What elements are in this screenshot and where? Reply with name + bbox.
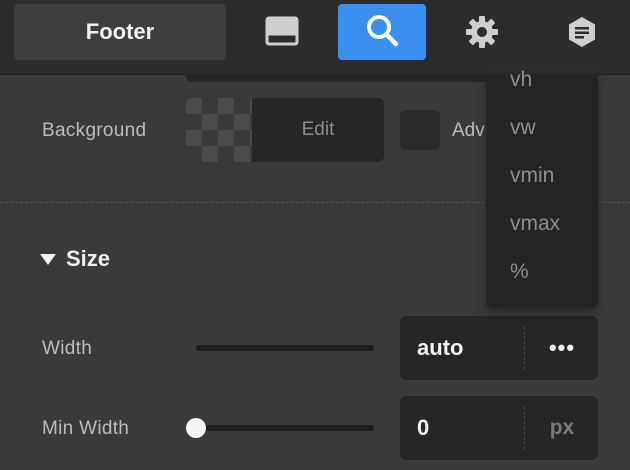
panel-layout-icon[interactable]: [238, 4, 326, 60]
unit-divider: [524, 326, 525, 370]
min-width-label: Min Width: [42, 418, 130, 439]
width-field: auto •••: [400, 316, 598, 380]
unit-divider: [524, 406, 525, 450]
width-label: Width: [42, 338, 93, 359]
size-section-title: Size: [66, 246, 111, 271]
unit-option-vmin[interactable]: vmin: [510, 164, 554, 188]
unit-dropdown-menu: vh vw vmin vmax %: [486, 68, 598, 308]
width-unit-button[interactable]: •••: [526, 316, 598, 380]
min-width-slider-thumb[interactable]: [186, 418, 206, 438]
width-slider[interactable]: [196, 345, 374, 351]
min-width-input[interactable]: 0: [417, 396, 429, 460]
gear-icon[interactable]: [438, 4, 526, 60]
unit-option-vw[interactable]: vw: [510, 116, 536, 140]
background-label: Background: [42, 120, 147, 141]
advanced-label: Adv: [452, 120, 485, 141]
footer-tab[interactable]: Footer: [14, 4, 226, 60]
top-toolbar: Footer: [0, 0, 630, 75]
unit-option-vh[interactable]: vh: [510, 68, 532, 92]
advanced-checkbox[interactable]: [400, 110, 440, 150]
min-width-unit-button[interactable]: px: [526, 396, 598, 460]
width-input[interactable]: auto: [417, 316, 463, 380]
caret-down-icon: [40, 253, 56, 265]
size-section-toggle[interactable]: Size: [40, 246, 110, 272]
more-dots-icon: •••: [548, 335, 576, 360]
unit-option-vmax[interactable]: vmax: [510, 212, 560, 236]
search-icon: [364, 12, 400, 53]
background-swatch[interactable]: [186, 98, 252, 162]
document-icon[interactable]: [538, 4, 626, 60]
background-edit-button[interactable]: Edit: [252, 98, 384, 162]
search-button[interactable]: [338, 4, 426, 60]
min-width-slider[interactable]: [196, 425, 374, 431]
min-width-field: 0 px: [400, 396, 598, 460]
unit-option-percent[interactable]: %: [510, 260, 529, 284]
